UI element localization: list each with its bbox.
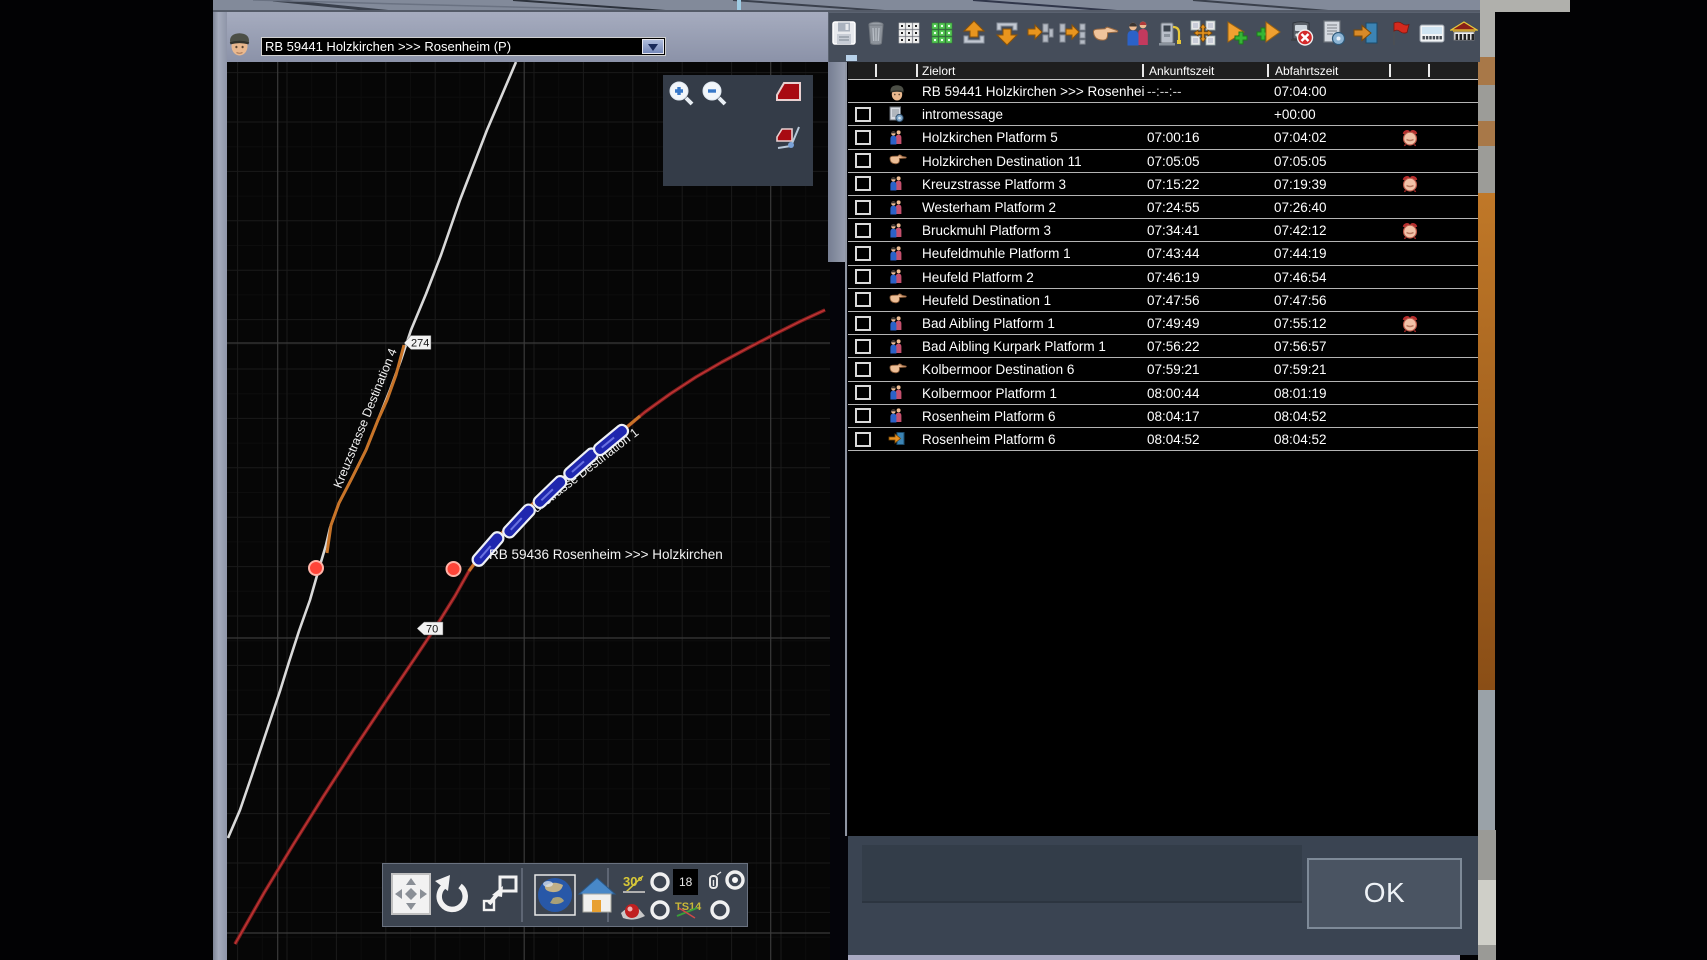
svg-text:30°: 30°: [623, 874, 643, 889]
svg-text:70: 70: [426, 624, 438, 636]
svg-text:RB 59436 Rosenheim >>> Holzkir: RB 59436 Rosenheim >>> Holzkirchen: [489, 547, 723, 562]
svg-text:274: 274: [411, 338, 429, 350]
svg-text:18: 18: [679, 875, 693, 889]
